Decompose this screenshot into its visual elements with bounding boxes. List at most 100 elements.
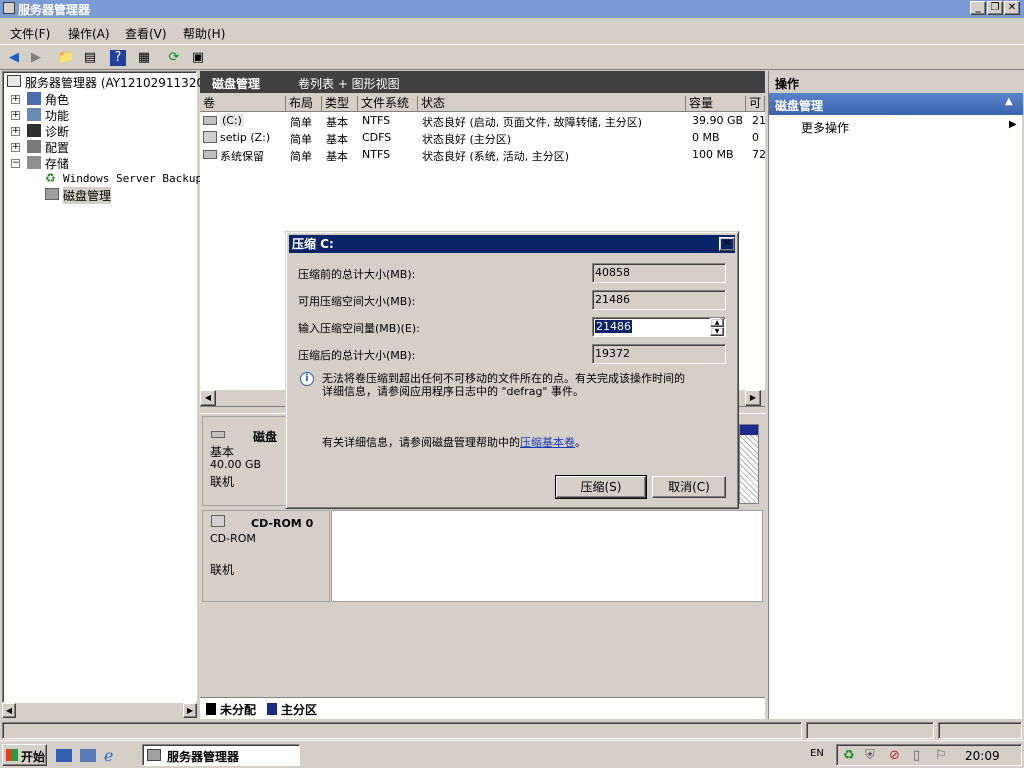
- stepper-down-icon[interactable]: ▼: [710, 327, 724, 336]
- backup-icon: ♻: [45, 171, 56, 185]
- legend-unallocated: 未分配: [220, 703, 257, 717]
- col-layout[interactable]: 布局: [286, 96, 322, 112]
- unallocated-swatch: [206, 703, 216, 715]
- tree-hscrollbar[interactable]: ◀ ▶: [2, 703, 197, 718]
- drive-icon: [203, 150, 217, 159]
- start-button[interactable]: 开始: [2, 744, 47, 766]
- collapse-storage-icon[interactable]: −: [11, 159, 20, 168]
- menu-bar: 文件(F) 操作(A) 查看(V) 帮助(H): [0, 21, 1024, 43]
- app-icon: [147, 749, 161, 761]
- storage-icon: [27, 156, 41, 169]
- menu-action[interactable]: 操作(A): [68, 25, 110, 42]
- dialog-title: 压缩 C:: [292, 237, 334, 251]
- expand-roles-icon[interactable]: +: [11, 95, 20, 104]
- cdrom-0-area[interactable]: [331, 510, 763, 602]
- warning-icon[interactable]: ⊘: [889, 748, 900, 763]
- close-button[interactable]: ✕: [1004, 1, 1020, 15]
- cdrom-0-label[interactable]: CD-ROM 0 CD-ROM 联机: [202, 510, 330, 602]
- show-hide-tree-icon[interactable]: ▤: [80, 48, 100, 68]
- clock[interactable]: 20:09: [965, 749, 1000, 763]
- collapse-icon[interactable]: ▲: [1005, 96, 1013, 107]
- available-size-label: 可用压缩空间大小(MB):: [298, 295, 416, 308]
- submenu-arrow-icon: ▶: [1009, 119, 1017, 130]
- partition-block[interactable]: [739, 424, 759, 504]
- disk-icon: [211, 431, 225, 438]
- tree-item-features[interactable]: 功能: [45, 107, 69, 124]
- col-volume[interactable]: 卷: [200, 96, 286, 112]
- dialog-titlebar[interactable]: 压缩 C:: [289, 235, 735, 253]
- actions-header: 操作: [769, 71, 1023, 93]
- window-titlebar[interactable]: 服务器管理器 _ ❐ ✕: [0, 0, 1024, 18]
- tree-item-configuration[interactable]: 配置: [45, 139, 69, 156]
- tree-item-diagnostics[interactable]: 诊断: [45, 123, 69, 140]
- tree-item-roles[interactable]: 角色: [45, 91, 69, 108]
- properties-icon[interactable]: ▦: [134, 48, 154, 68]
- language-indicator[interactable]: EN: [810, 748, 824, 759]
- disk-management-icon: [45, 188, 59, 200]
- cdrom-0-kind: CD-ROM: [210, 532, 256, 545]
- taskbar-server-manager[interactable]: 服务器管理器: [142, 744, 300, 766]
- server-manager-quicklaunch-icon[interactable]: [80, 749, 96, 762]
- ie-icon[interactable]: ℯ: [104, 746, 113, 765]
- center-header: 磁盘管理 卷列表 + 图形视图: [200, 71, 765, 93]
- stepper-up-icon[interactable]: ▲: [710, 318, 724, 327]
- expand-diagnostics-icon[interactable]: +: [11, 127, 20, 136]
- legend-primary: 主分区: [281, 703, 318, 717]
- col-free[interactable]: 可: [746, 96, 765, 112]
- legend-bar: 未分配 主分区: [200, 697, 765, 719]
- disk-0-name: 磁盘: [253, 430, 278, 444]
- shrink-amount-stepper[interactable]: 21486 ▲ ▼: [592, 317, 726, 337]
- disk-0-state: 联机: [210, 475, 235, 489]
- tree-panel: 服务器管理器 (AY121029113201 + 角色 + 功能 + 诊断 + …: [2, 71, 212, 703]
- tree-item-storage[interactable]: 存储: [45, 155, 69, 172]
- expand-configuration-icon[interactable]: +: [11, 143, 20, 152]
- refresh-icon[interactable]: ⟳: [164, 48, 184, 68]
- shrink-dialog: 压缩 C: ✕ 压缩前的总计大小(MB): 40858 可用压缩空间大小(MB)…: [285, 231, 739, 509]
- export-icon[interactable]: ▣: [188, 48, 208, 68]
- cancel-button[interactable]: 取消(C): [652, 476, 726, 498]
- col-filesystem[interactable]: 文件系统: [358, 96, 418, 112]
- app-icon: [3, 2, 15, 14]
- show-desktop-icon[interactable]: [56, 749, 72, 762]
- tree-item-disk-management[interactable]: 磁盘管理: [63, 187, 112, 204]
- tree-root[interactable]: 服务器管理器 (AY121029113201: [25, 74, 212, 91]
- drive-icon: [203, 116, 217, 125]
- system-tray: ♻ ⛨ ⊘ ▯ ⚐ 20:09: [836, 744, 1022, 766]
- window-title: 服务器管理器: [18, 3, 91, 17]
- more-actions-item[interactable]: 更多操作 ▶: [769, 117, 1023, 135]
- col-status[interactable]: 状态: [418, 96, 686, 112]
- up-folder-icon[interactable]: 📁: [56, 48, 76, 68]
- menu-file[interactable]: 文件(F): [10, 25, 50, 42]
- minimize-button[interactable]: _: [970, 1, 986, 15]
- col-type[interactable]: 类型: [322, 96, 358, 112]
- menu-help[interactable]: 帮助(H): [183, 25, 225, 42]
- after-size-value: 19372: [592, 344, 726, 364]
- help-link[interactable]: 压缩基本卷: [520, 436, 575, 449]
- help-icon[interactable]: ?: [110, 50, 126, 66]
- shrink-button[interactable]: 压缩(S): [555, 475, 647, 499]
- back-icon[interactable]: ◀: [4, 48, 24, 68]
- taskbar: 开始 ℯ 服务器管理器 EN ♻ ⛨ ⊘ ▯ ⚐ 20:09: [0, 740, 1024, 768]
- actions-section-header[interactable]: 磁盘管理 ▲: [769, 93, 1023, 115]
- configuration-icon: [27, 140, 41, 153]
- forward-icon[interactable]: ▶: [26, 48, 46, 68]
- actions-panel: 操作 磁盘管理 ▲ 更多操作 ▶: [768, 71, 1023, 719]
- col-capacity[interactable]: 容量: [686, 96, 746, 112]
- cdrom-0-state: 联机: [210, 563, 235, 577]
- shrink-amount-input[interactable]: 21486: [595, 320, 632, 333]
- expand-features-icon[interactable]: +: [11, 111, 20, 120]
- before-size-value: 40858: [592, 263, 726, 283]
- dialog-close-button[interactable]: ✕: [719, 237, 735, 251]
- monitor-icon[interactable]: ▯: [913, 748, 920, 763]
- maximize-button[interactable]: ❐: [987, 1, 1003, 15]
- network-icon[interactable]: ♻: [843, 748, 855, 763]
- primary-partition-swatch: [267, 703, 277, 715]
- flag-icon[interactable]: ⚐: [935, 748, 947, 763]
- security-icon[interactable]: ⛨: [865, 748, 875, 763]
- after-size-label: 压缩后的总计大小(MB):: [298, 349, 416, 362]
- center-header-view: 卷列表 + 图形视图: [298, 77, 400, 91]
- menu-view[interactable]: 查看(V): [125, 25, 167, 42]
- tree-item-windows-server-backup[interactable]: Windows Server Backup: [63, 172, 202, 185]
- shrink-amount-label: 输入压缩空间量(MB)(E):: [298, 322, 420, 335]
- roles-icon: [27, 92, 41, 105]
